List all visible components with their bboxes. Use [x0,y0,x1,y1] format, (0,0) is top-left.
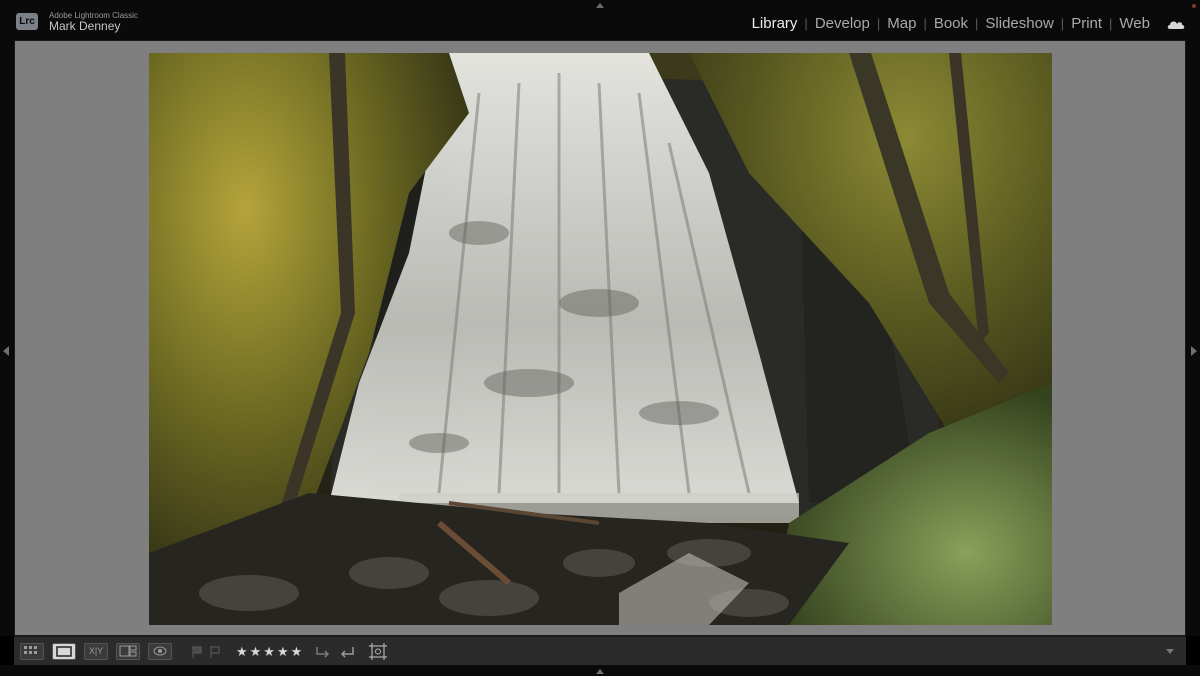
module-library[interactable]: Library [752,15,798,32]
compare-view-icon: X|Y [88,646,104,656]
waterfall-image [149,53,1052,625]
survey-view-icon [119,645,137,657]
right-panel-collapsed [1186,40,1200,636]
module-web[interactable]: Web [1119,15,1150,32]
loupe-view-icon [56,646,72,657]
photo-waterfall[interactable] [149,53,1052,625]
top-panel-toggle-icon[interactable] [596,3,604,8]
lrc-logo: Lrc [16,13,38,30]
module-separator: | [975,16,979,31]
star-rating[interactable]: ★★★★★ [236,644,304,660]
grid-view-button[interactable] [20,643,44,660]
flag-reject-icon[interactable] [208,645,222,659]
flag-pick-icon[interactable] [190,645,204,659]
library-toolbar: X|Y ★★★★★ [14,636,1186,665]
right-panel-toggle-icon[interactable] [1191,346,1197,356]
toolbar-content-dropdown-icon[interactable] [1166,649,1174,654]
identity-plate-user: Mark Denney [49,19,121,33]
people-view-button[interactable] [148,643,172,660]
rotate-left-icon[interactable] [314,644,332,659]
compare-view-button[interactable]: X|Y [84,643,108,660]
module-develop[interactable]: Develop [815,15,870,32]
module-slideshow[interactable]: Slideshow [985,15,1053,32]
module-separator: | [804,16,808,31]
cloud-sync-icon[interactable] [1166,18,1186,30]
module-separator: | [923,16,927,31]
left-panel-collapsed [0,40,14,636]
identity-plate-bar: Lrc Adobe Lightroom Classic Mark Denney … [0,0,1200,40]
module-picker: Library | Develop | Map | Book | Slidesh… [752,15,1150,32]
module-separator: | [876,16,881,31]
survey-view-button[interactable] [116,643,140,660]
module-book[interactable]: Book [934,15,968,32]
people-view-icon [153,646,167,656]
module-separator: | [1060,16,1065,31]
rotate-right-icon[interactable] [338,644,356,659]
loupe-view [14,40,1186,636]
grid-view-icon [24,646,37,654]
loupe-view-button[interactable] [52,643,76,660]
module-map[interactable]: Map [887,15,916,32]
left-panel-toggle-icon[interactable] [3,346,9,356]
module-print[interactable]: Print [1071,15,1102,32]
activity-indicator-icon [1192,4,1196,8]
module-separator: | [1109,16,1113,31]
filmstrip-toggle-icon[interactable] [596,669,604,674]
crop-overlay-icon[interactable] [368,642,388,661]
